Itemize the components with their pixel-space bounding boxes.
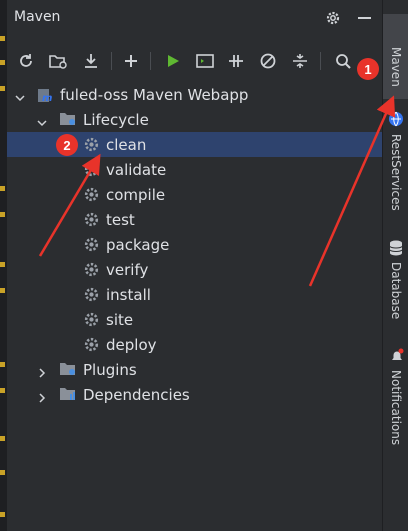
tool-tab-database[interactable]: Database	[389, 262, 403, 319]
chevron-down-icon[interactable]	[37, 114, 47, 127]
gear-icon[interactable]	[325, 10, 341, 26]
gutter-mark	[0, 362, 5, 367]
tool-tab-restservices[interactable]: RestServices	[389, 134, 403, 211]
find-icon[interactable]	[332, 50, 354, 72]
annotation-badge-2: 2	[56, 134, 78, 156]
tool-tab-maven[interactable]: Maven	[383, 14, 408, 99]
plus-icon[interactable]	[120, 50, 142, 72]
reload-icon[interactable]	[15, 50, 37, 72]
gutter-mark	[0, 388, 5, 393]
goal-item[interactable]: test	[7, 207, 382, 232]
goal-label: package	[106, 235, 170, 254]
tool-tab-maven-label: Maven	[389, 47, 403, 87]
gutter-mark	[0, 212, 5, 217]
lifecycle-label: Lifecycle	[83, 110, 149, 129]
rest-services-icon	[388, 111, 404, 131]
chevron-down-icon[interactable]	[15, 89, 25, 102]
add-folder-icon[interactable]	[47, 50, 69, 72]
svg-text:m: m	[42, 93, 52, 104]
toggle-offline-icon[interactable]	[225, 50, 247, 72]
panel-header: Maven	[7, 0, 382, 36]
gear-icon	[83, 161, 99, 177]
goal-label: verify	[106, 260, 149, 279]
goal-label: test	[106, 210, 135, 229]
goal-label: compile	[106, 185, 166, 204]
tree-item-plugins[interactable]: Plugins	[7, 357, 382, 382]
goal-item[interactable]: compile	[7, 182, 382, 207]
tree-item-lifecycle[interactable]: Lifecycle	[7, 107, 382, 132]
gutter-mark	[0, 36, 5, 41]
bell-icon	[389, 348, 405, 368]
plugins-folder-icon	[59, 361, 75, 377]
goal-item[interactable]: install	[7, 282, 382, 307]
dependencies-label: Dependencies	[83, 385, 190, 404]
toolbar-separator	[111, 52, 112, 70]
editor-edge	[0, 0, 7, 531]
gear-icon	[83, 311, 99, 327]
panel-title: Maven	[14, 9, 61, 25]
maven-tool-window: Maven m fuled-oss Maven Webapp Lifecycle…	[7, 0, 382, 531]
annotation-badge-1: 1	[357, 58, 379, 80]
project-name: fuled-oss Maven Webapp	[60, 85, 249, 104]
toolbar-separator	[320, 52, 321, 70]
goal-label: validate	[106, 160, 167, 179]
gutter-mark	[0, 470, 5, 475]
gear-icon	[83, 336, 99, 352]
chevron-right-icon[interactable]	[37, 364, 47, 378]
maven-module-icon: m	[37, 86, 53, 104]
run-icon[interactable]	[162, 50, 184, 72]
skip-tests-icon[interactable]	[257, 50, 279, 72]
collapse-icon[interactable]	[289, 50, 311, 72]
gutter-mark	[0, 436, 5, 441]
tree-item-project[interactable]: m fuled-oss Maven Webapp	[7, 82, 382, 107]
goal-item[interactable]: validate	[7, 157, 382, 182]
download-icon[interactable]	[80, 50, 102, 72]
plugins-label: Plugins	[83, 360, 137, 379]
terminal-icon[interactable]	[194, 50, 216, 72]
gear-icon	[83, 286, 99, 302]
goal-item[interactable]: verify	[7, 257, 382, 282]
gutter-mark	[0, 86, 5, 91]
chevron-right-icon[interactable]	[37, 389, 47, 403]
gutter-mark	[0, 262, 5, 267]
database-icon	[389, 240, 403, 260]
gutter-mark	[0, 288, 5, 293]
goal-item[interactable]: package	[7, 232, 382, 257]
gutter-mark	[0, 60, 5, 65]
goal-item[interactable]: deploy	[7, 332, 382, 357]
gear-icon	[83, 236, 99, 252]
gear-icon	[83, 186, 99, 202]
goal-item[interactable]: site	[7, 307, 382, 332]
maven-toolbar	[7, 46, 382, 76]
gear-icon	[83, 136, 99, 152]
goal-label: install	[106, 285, 151, 304]
gutter-mark	[0, 186, 5, 191]
toolbar-separator	[150, 52, 151, 70]
tool-tab-notifications[interactable]: Notifications	[389, 370, 403, 445]
minimize-icon[interactable]	[358, 17, 371, 19]
tree-item-dependencies[interactable]: Dependencies	[7, 382, 382, 407]
gutter-mark	[0, 512, 5, 517]
dependencies-folder-icon	[59, 386, 75, 402]
gear-icon	[83, 261, 99, 277]
lifecycle-folder-icon	[59, 111, 75, 127]
goal-label: deploy	[106, 335, 157, 354]
gear-icon	[83, 211, 99, 227]
goal-label: clean	[106, 135, 147, 154]
goal-label: site	[106, 310, 134, 329]
